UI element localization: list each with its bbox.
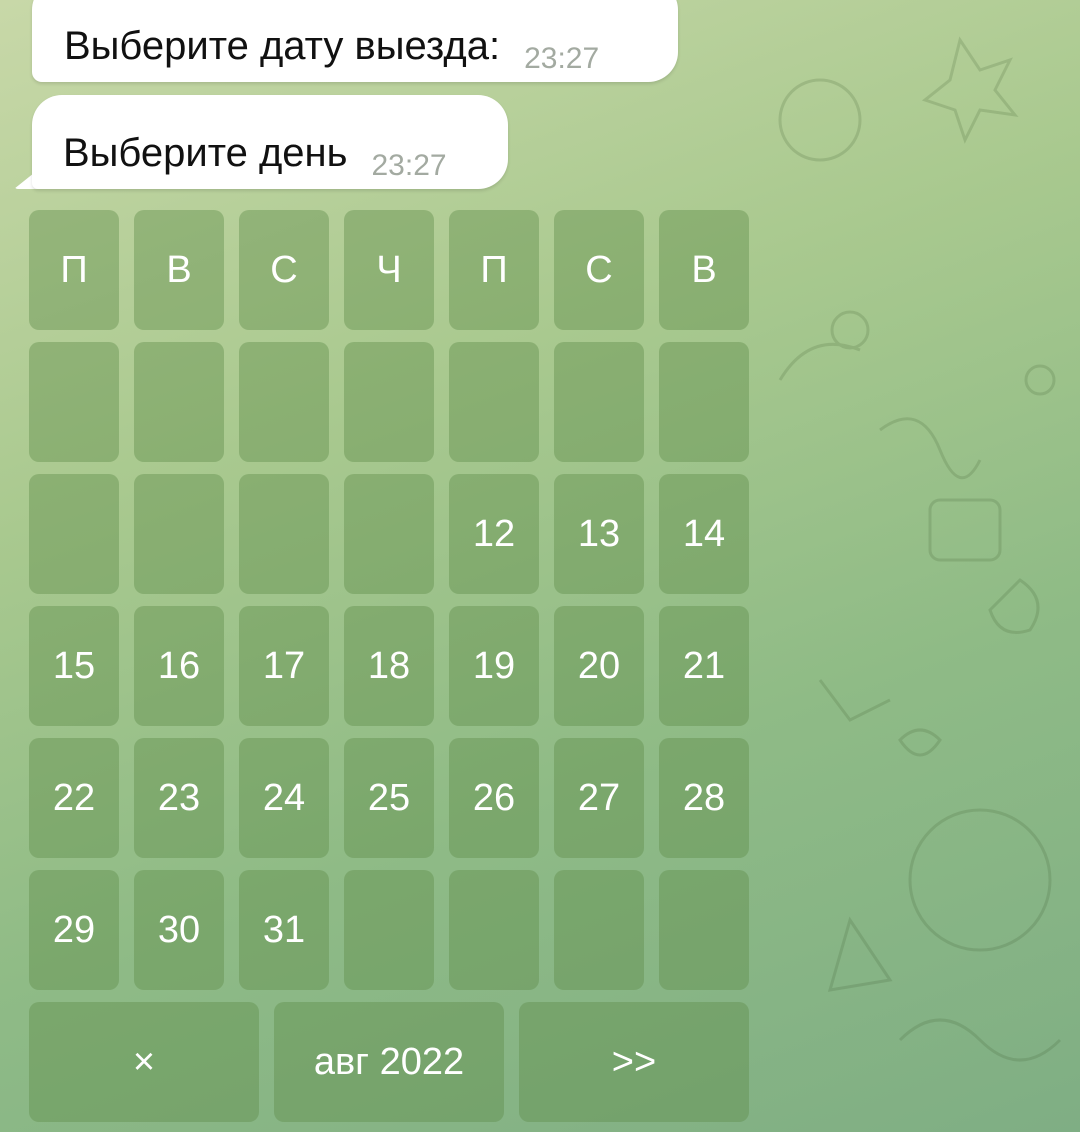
day-button-empty[interactable] xyxy=(134,474,224,594)
day-button-13[interactable]: 13 xyxy=(554,474,644,594)
day-button-empty[interactable] xyxy=(344,474,434,594)
weekday-button-sat[interactable]: С xyxy=(554,210,644,330)
day-button-empty[interactable] xyxy=(659,870,749,990)
day-button-empty[interactable] xyxy=(239,474,329,594)
day-button-empty[interactable] xyxy=(344,870,434,990)
day-button-20[interactable]: 20 xyxy=(554,606,644,726)
day-button-18[interactable]: 18 xyxy=(344,606,434,726)
weekday-button-thu[interactable]: Ч xyxy=(344,210,434,330)
message-time: 23:27 xyxy=(371,149,447,182)
day-button-22[interactable]: 22 xyxy=(29,738,119,858)
weekday-button-tue[interactable]: В xyxy=(134,210,224,330)
message-text: Выберите день xyxy=(63,131,348,175)
weekday-button-wed[interactable]: С xyxy=(239,210,329,330)
weekday-button-fri[interactable]: П xyxy=(449,210,539,330)
weekday-button-sun[interactable]: В xyxy=(659,210,749,330)
day-button-empty[interactable] xyxy=(659,342,749,462)
day-button-21[interactable]: 21 xyxy=(659,606,749,726)
day-button-empty[interactable] xyxy=(449,870,539,990)
day-button-empty[interactable] xyxy=(554,870,644,990)
day-button-empty[interactable] xyxy=(134,342,224,462)
day-button-25[interactable]: 25 xyxy=(344,738,434,858)
close-calendar-button[interactable]: × xyxy=(29,1002,259,1122)
day-button-15[interactable]: 15 xyxy=(29,606,119,726)
day-button-24[interactable]: 24 xyxy=(239,738,329,858)
day-button-empty[interactable] xyxy=(344,342,434,462)
day-button-29[interactable]: 29 xyxy=(29,870,119,990)
day-button-17[interactable]: 17 xyxy=(239,606,329,726)
weekday-button-mon[interactable]: П xyxy=(29,210,119,330)
day-button-empty[interactable] xyxy=(554,342,644,462)
day-button-19[interactable]: 19 xyxy=(449,606,539,726)
day-button-14[interactable]: 14 xyxy=(659,474,749,594)
day-button-12[interactable]: 12 xyxy=(449,474,539,594)
message-time: 23:27 xyxy=(524,42,600,75)
message-bubble: Выберите день 23:27 xyxy=(32,95,508,189)
day-button-23[interactable]: 23 xyxy=(134,738,224,858)
day-button-16[interactable]: 16 xyxy=(134,606,224,726)
message-bubble: Выберите дату выезда: 23:27 xyxy=(32,0,678,82)
message-text: Выберите дату выезда: xyxy=(64,24,501,68)
day-button-empty[interactable] xyxy=(449,342,539,462)
day-button-30[interactable]: 30 xyxy=(134,870,224,990)
day-button-26[interactable]: 26 xyxy=(449,738,539,858)
day-button-31[interactable]: 31 xyxy=(239,870,329,990)
day-button-28[interactable]: 28 xyxy=(659,738,749,858)
next-month-button[interactable]: >> xyxy=(519,1002,749,1122)
day-button-27[interactable]: 27 xyxy=(554,738,644,858)
day-button-empty[interactable] xyxy=(29,342,119,462)
day-button-empty[interactable] xyxy=(29,474,119,594)
month-year-button[interactable]: авг 2022 xyxy=(274,1002,504,1122)
day-button-empty[interactable] xyxy=(239,342,329,462)
